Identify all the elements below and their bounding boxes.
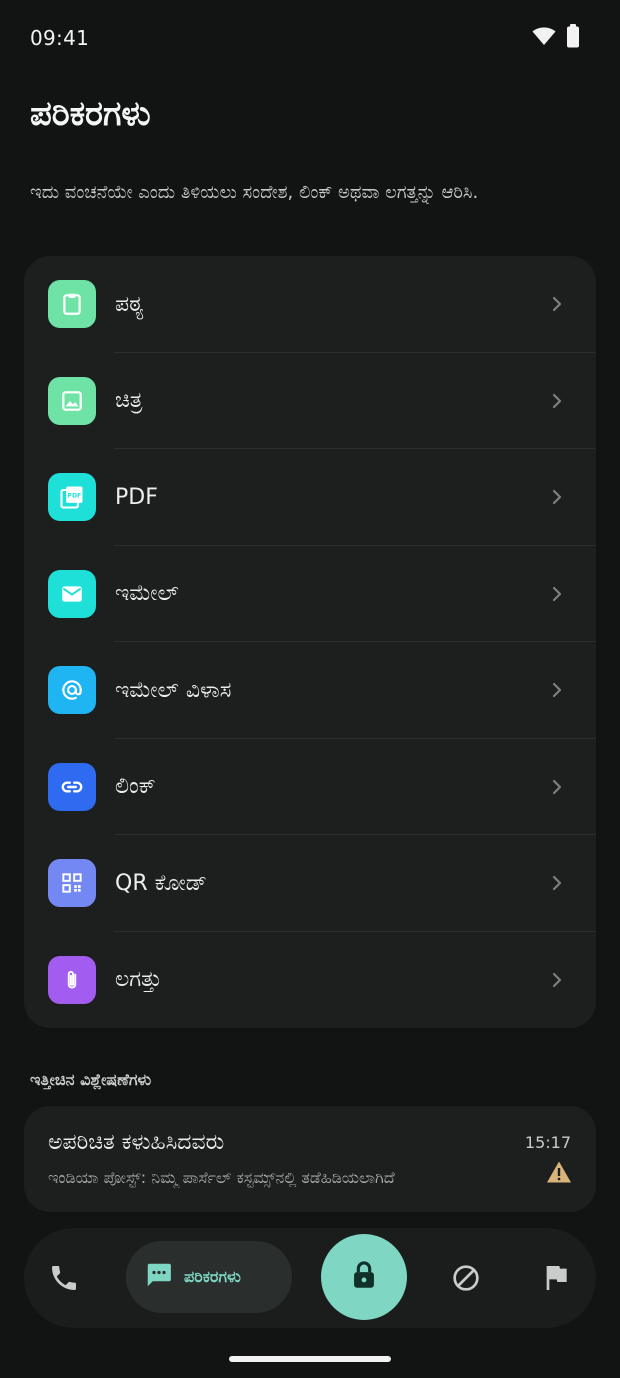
status-time: 09:41 [30,26,90,50]
tools-list: ಪಠ್ಯ ಚಿತ್ರ PDF PDF ಇಮೇಲ್ ಇಮೇಲ್ ವಿಳಾಸ ಲಿಂ… [24,256,596,1028]
chevron-right-icon [550,778,564,796]
status-icons [532,24,580,52]
home-indicator[interactable] [229,1356,391,1362]
at-icon [48,666,96,715]
tool-item-link[interactable]: ಲಿಂಕ್ [24,739,596,836]
tool-item-email[interactable]: ಇಮೇಲ್ [24,546,596,643]
battery-icon [566,24,580,52]
phone-icon[interactable] [48,1262,80,1294]
warning-icon [546,1160,572,1188]
tool-item-qr-code[interactable]: QR ಕೋಡ್ [24,835,596,932]
link-icon [48,762,96,811]
bottom-nav: ಪರಿಕರಗಳು [24,1228,596,1328]
chevron-right-icon [550,681,564,699]
tool-item-text[interactable]: ಪಠ್ಯ [24,256,596,353]
nav-tab-label: ಪರಿಕರಗಳು [184,1267,241,1286]
page-subtitle: ಇದು ವಂಚನೆಯೇ ಎಂದು ತಿಳಿಯಲು ಸಂದೇಶ, ಲಿಂಕ್ ಅಥ… [30,182,479,203]
tool-label: QR ಕೋಡ್ [115,870,207,896]
tool-item-email-address[interactable]: ಇಮೇಲ್ ವಿಳಾಸ [24,642,596,739]
nav-tab-tools[interactable]: ಪರಿಕರಗಳು [126,1241,292,1313]
screen: 09:41 ಪರಿಕರಗಳು ಇದು ವಂಚನೆಯೇ ಎಂದು ತಿಳಿಯಲು … [0,0,620,1378]
wifi-icon [532,26,556,50]
recent-preview: ಇಂಡಿಯಾ ಪೋಸ್ಟ್: ನಿಮ್ಮ ಪಾರ್ಸೆಲ್ ಕಸ್ಟಮ್ಸ್‌ನ… [48,1168,395,1187]
tool-label: ಲಗತ್ತು [115,967,162,993]
tool-label: PDF [115,484,158,510]
lock-button[interactable] [321,1234,407,1320]
chevron-right-icon [550,295,564,313]
chevron-right-icon [550,488,564,506]
lock-icon [347,1258,381,1296]
chevron-right-icon [550,392,564,410]
tool-label: ಇಮೇಲ್ [115,581,179,607]
tool-item-pdf[interactable]: PDF PDF [24,449,596,546]
pdf-icon: PDF [48,473,96,522]
recent-time: 15:17 [524,1133,571,1152]
status-bar: 09:41 [0,0,620,76]
tool-label: ಲಿಂಕ್ [115,774,156,800]
block-icon[interactable] [450,1262,482,1294]
tool-label: ಇಮೇಲ್ ವಿಳಾಸ [115,677,232,703]
chat-icon [144,1260,174,1294]
recent-sender: ಅಪರಿಚಿತ ಕಳುಹಿಸಿದವರು [48,1130,225,1155]
tool-item-attachment[interactable]: ಲಗತ್ತು [24,932,596,1029]
chevron-right-icon [550,971,564,989]
svg-text:PDF: PDF [68,493,82,500]
paperclip-icon [48,955,96,1004]
page-title: ಪರಿಕರಗಳು [30,94,151,134]
recent-analysis-item[interactable]: ಅಪರಿಚಿತ ಕಳುಹಿಸಿದವರು 15:17 ಇಂಡಿಯಾ ಪೋಸ್ಟ್:… [24,1106,596,1212]
qr-code-icon [48,859,96,908]
flag-icon[interactable] [540,1262,572,1294]
tool-label: ಪಠ್ಯ [115,291,144,317]
mail-icon [48,569,96,618]
chevron-right-icon [550,874,564,892]
chevron-right-icon [550,585,564,603]
tool-item-image[interactable]: ಚಿತ್ರ [24,353,596,450]
image-icon [48,376,96,425]
recent-heading: ಇತ್ತೀಚಿನ ವಿಶ್ಲೇಷಣೆಗಳು [30,1070,152,1089]
tool-label: ಚಿತ್ರ [115,388,143,414]
clipboard-icon [48,280,96,329]
